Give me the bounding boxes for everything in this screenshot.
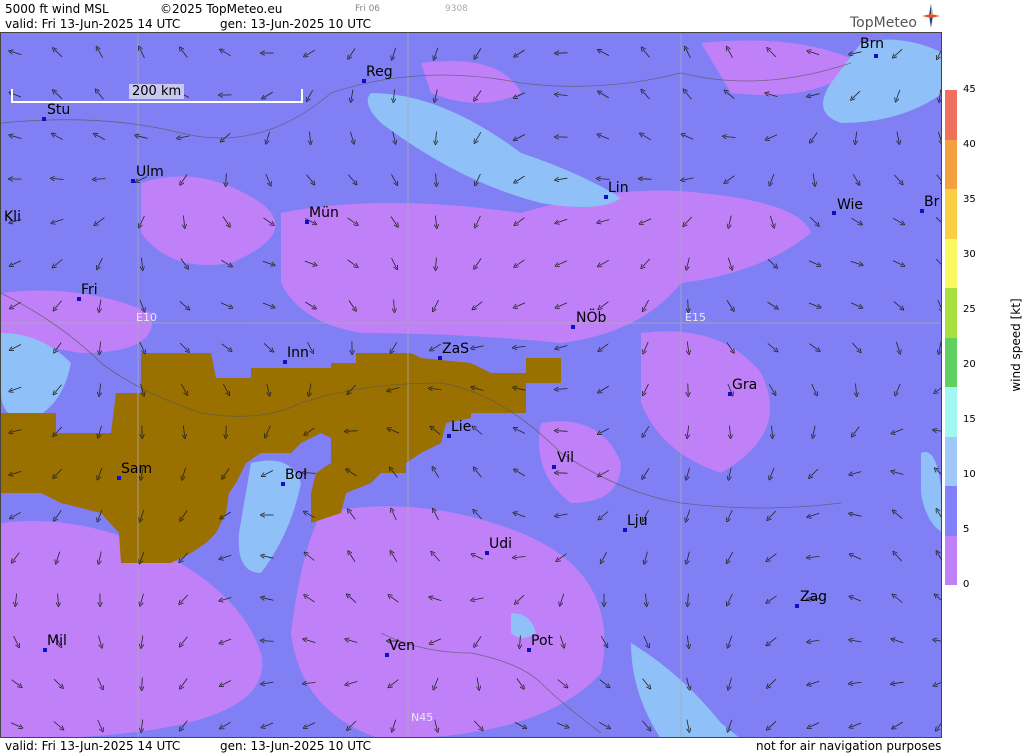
grid-label-e10: E10: [136, 311, 157, 324]
legend-color-segment: [945, 486, 957, 536]
city-label: Udi: [489, 536, 513, 552]
city-label: Br: [924, 194, 940, 210]
generated-time: gen: 13-Jun-2025 10 UTC: [220, 17, 372, 31]
topmeteo-logo: TopMeteo: [850, 15, 917, 31]
city-label: Fri: [81, 282, 98, 298]
city-label: Reg: [366, 64, 393, 80]
city-label: Mün: [309, 205, 339, 221]
city-label: Lie: [451, 419, 472, 435]
legend-tick-label: 35: [963, 194, 976, 205]
city-label: Wie: [837, 197, 864, 213]
scale-label: 200 km: [129, 84, 185, 99]
city-label: Mil: [47, 633, 67, 649]
wind-field: [1, 33, 941, 737]
day-code: Fri 06: [355, 4, 381, 14]
city-label: Ulm: [136, 164, 164, 180]
run-code: 9308: [445, 4, 468, 14]
city-label: Gra: [732, 377, 758, 393]
compass-icon: [922, 4, 940, 28]
product-title: 5000 ft wind MSL: [5, 2, 109, 16]
grid-label-e15: E15: [685, 311, 706, 324]
legend-tick-label: 10: [963, 469, 976, 480]
city-label: Inn: [287, 345, 309, 361]
city-label: Lin: [608, 180, 629, 196]
legend-color-segment: [945, 238, 957, 288]
legend-tick-label: 20: [963, 359, 976, 370]
legend-tick-label: 40: [963, 139, 976, 150]
legend-color-segment: [945, 337, 957, 387]
legend-color-segment: [945, 189, 957, 239]
legend-tick-label: 15: [963, 414, 976, 425]
legend-color-segment: [945, 139, 957, 189]
legend-tick-label: 25: [963, 304, 976, 315]
legend-color-segment: [945, 436, 957, 486]
city-label: Sam: [121, 461, 153, 477]
city-label: Stu: [47, 102, 71, 118]
legend-color-segment: [945, 387, 957, 437]
legend-color-segment: [945, 288, 957, 338]
city-label: Brn: [860, 36, 884, 52]
city-label: Ven: [389, 638, 415, 654]
legend-tick-label: 0: [963, 579, 970, 590]
city-label: NÖb: [576, 310, 607, 326]
city-label: ZaS: [442, 341, 470, 357]
disclaimer: not for air navigation purposes: [756, 739, 942, 753]
city-label: Lju: [627, 513, 648, 529]
legend-color-segment: [945, 535, 957, 585]
legend-title: wind speed [kt]: [1009, 298, 1023, 392]
wind-map[interactable]: 200 km E10 E15 N45 Brn Reg Stu Ulm Lin K…: [0, 32, 942, 738]
legend-tick-label: 30: [963, 249, 976, 260]
copyright: ©2025 TopMeteo.eu: [160, 2, 283, 16]
city-label: Bol: [285, 467, 308, 483]
legend-colorbar: [945, 90, 957, 585]
city-label: Vil: [557, 450, 575, 466]
city-label: Zag: [800, 589, 828, 605]
legend-tick-label: 45: [963, 84, 976, 95]
footer-generated-time: gen: 13-Jun-2025 10 UTC: [220, 739, 372, 753]
grid-label-n45: N45: [411, 711, 434, 724]
city-label: Kli: [4, 209, 21, 225]
city-label: Pot: [531, 633, 553, 649]
legend-tick-label: 5: [963, 524, 970, 535]
legend-color-segment: [945, 90, 957, 140]
footer-valid-time: valid: Fri 13-Jun-2025 14 UTC: [5, 739, 181, 753]
valid-time: valid: Fri 13-Jun-2025 14 UTC: [5, 17, 181, 31]
